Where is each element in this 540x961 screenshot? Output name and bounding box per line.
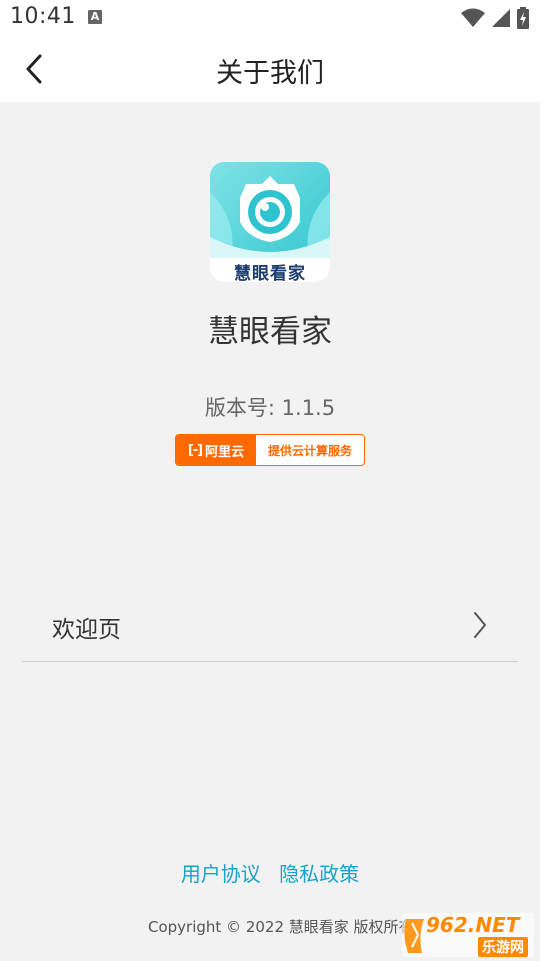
status-icons	[460, 6, 530, 30]
status-bar: 10:41 A	[0, 0, 540, 36]
app-logo-text: 慧眼看家	[234, 264, 306, 282]
privacy-policy-link[interactable]: 隐私政策	[279, 862, 359, 886]
aliyun-logo-icon: [-]	[187, 442, 203, 458]
wifi-icon	[461, 8, 485, 27]
status-time: 10:41	[10, 4, 76, 29]
version-text: 版本号: 1.1.5	[204, 396, 336, 420]
chevron-right-icon	[474, 612, 486, 638]
watermark-top-text: 962.NET	[426, 913, 520, 937]
menu-item-welcome[interactable]: 欢迎页	[22, 590, 518, 662]
title-bar: 关于我们	[0, 36, 540, 102]
aliyun-brand-label: 阿里云	[205, 444, 245, 460]
aliyun-badge: [-] 阿里云 提供云计算服务	[175, 434, 365, 466]
aliyun-brand: [-] 阿里云	[176, 435, 256, 465]
user-agreement-link[interactable]: 用户协议	[181, 862, 261, 886]
footer-links: 用户协议 隐私政策	[0, 858, 540, 887]
watermark-bottom-text: 乐游网	[478, 937, 528, 957]
signal-icon	[492, 9, 510, 27]
notification-icon: A	[88, 10, 102, 24]
page-title: 关于我们	[216, 58, 324, 89]
battery-icon	[517, 7, 529, 29]
copyright-text: Copyright © 2022 慧眼看家 版权所有	[148, 918, 414, 936]
aliyun-badge-text: 提供云计算服务	[267, 443, 352, 458]
menu-item-label: 欢迎页	[52, 617, 121, 643]
app-logo: 慧眼看家	[210, 162, 330, 282]
app-name: 慧眼看家	[208, 314, 332, 350]
watermark-logo: 962.NET 乐游网	[402, 913, 534, 957]
